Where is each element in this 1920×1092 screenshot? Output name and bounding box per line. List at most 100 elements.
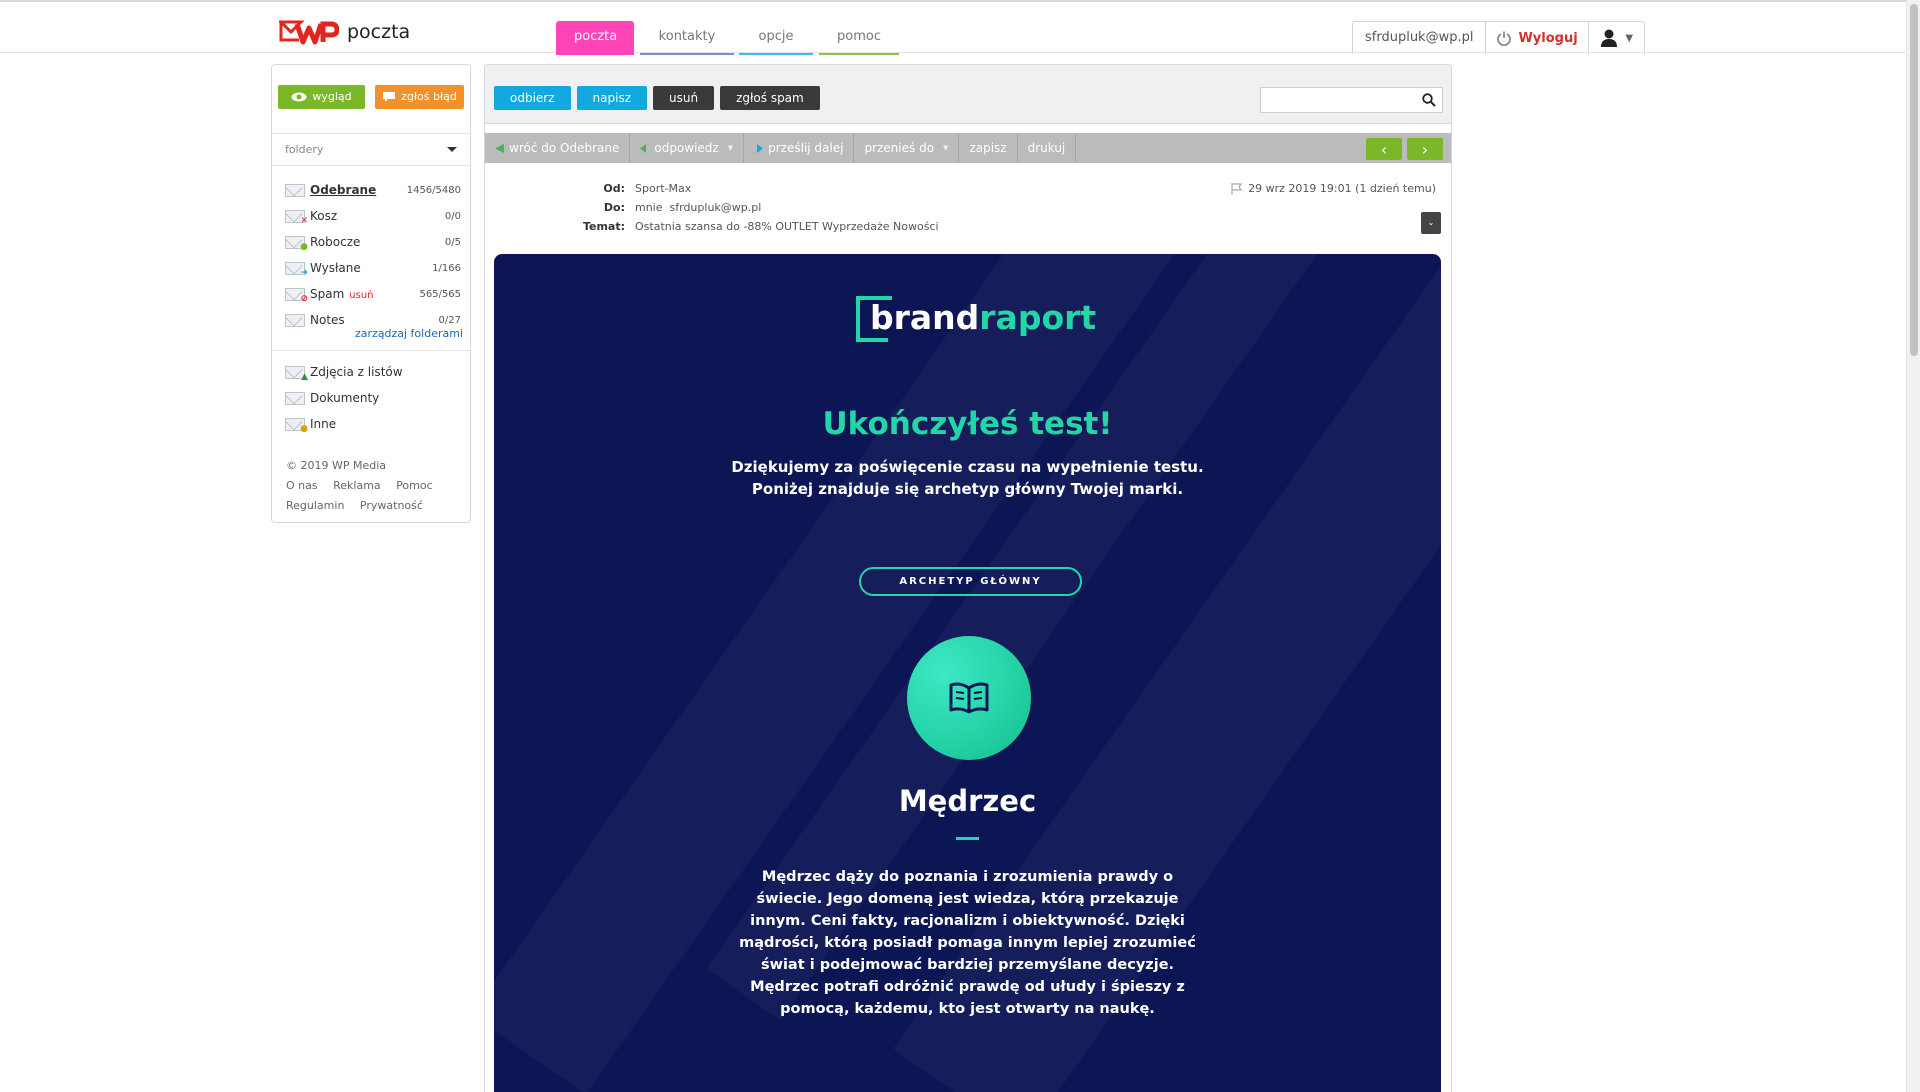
footer-link-about[interactable]: O nas xyxy=(286,479,318,492)
extra-folder-list: ▲ Zdjęcia z listów Dokumenty ● Inne xyxy=(285,359,461,437)
search-icon[interactable] xyxy=(1422,93,1436,107)
caret-down-icon xyxy=(447,147,457,152)
page-scrollbar[interactable] xyxy=(1906,0,1920,1092)
tab-pomoc[interactable]: pomoc xyxy=(819,21,899,55)
archetype-badge xyxy=(907,636,1031,760)
logout-label: Wyloguj xyxy=(1518,30,1578,46)
folder-dokumenty[interactable]: Dokumenty xyxy=(285,385,461,411)
sidebar: wygląd zgłoś błąd foldery Odebrane 1456/… xyxy=(271,64,471,523)
user-menu[interactable]: ▼ xyxy=(1589,22,1644,54)
chevron-down-icon: ▼ xyxy=(727,144,734,152)
logo-part-brand: brand xyxy=(870,298,980,337)
accent-divider xyxy=(956,837,979,840)
wp-logo-icon xyxy=(279,20,339,45)
from-value[interactable]: Sport-Max xyxy=(635,182,691,195)
folder-kosz[interactable]: ✕ Kosz 0/0 xyxy=(285,203,461,229)
search-input[interactable] xyxy=(1261,88,1411,112)
folder-name: Odebrane xyxy=(310,183,377,197)
back-to-inbox-button[interactable]: wróć do Odebrane xyxy=(485,133,631,163)
to-value: mnie sfrdupluk@wp.pl xyxy=(635,201,761,214)
copyright: © 2019 WP Media xyxy=(286,459,387,472)
folders-header[interactable]: foldery xyxy=(272,133,470,166)
logo[interactable]: poczta xyxy=(279,18,410,46)
footer-link-terms[interactable]: Regulamin xyxy=(286,499,344,512)
empty-spam-link[interactable]: usuń xyxy=(349,290,373,301)
print-button[interactable]: drukuj xyxy=(1018,133,1077,163)
previous-message-button[interactable]: ‹ xyxy=(1366,138,1402,160)
subject-label: Temat: xyxy=(582,220,625,233)
folder-odebrane[interactable]: Odebrane 1456/5480 xyxy=(285,177,461,203)
tab-kontakty[interactable]: kontakty xyxy=(640,21,734,55)
folder-count: 1456/5480 xyxy=(406,184,461,196)
view-button-label: wygląd xyxy=(312,90,352,103)
message-actions: wróć do Odebrane odpowiedz ▼ prześlij da… xyxy=(485,133,1451,163)
view-button[interactable]: wygląd xyxy=(278,85,365,109)
archetype-pill-button[interactable]: ARCHETYP GŁÓWNY xyxy=(859,567,1082,596)
to-label: Do: xyxy=(603,201,625,214)
logo-part-raport: raport xyxy=(979,298,1097,337)
message-panel: odbierz napisz usuń zgłoś spam wróć do O… xyxy=(484,64,1452,1092)
folder-name: Notes xyxy=(310,313,345,327)
next-message-button[interactable]: › xyxy=(1407,138,1443,160)
reply-button[interactable]: odpowiedz ▼ xyxy=(630,133,745,163)
report-bug-label: zgłoś błąd xyxy=(401,90,457,103)
from-label: Od: xyxy=(603,182,625,195)
footer-link-help[interactable]: Pomoc xyxy=(396,479,432,492)
tab-poczta[interactable]: poczta xyxy=(556,21,634,55)
folder-robocze[interactable]: ● Robocze 0/5 xyxy=(285,229,461,255)
folder-spam[interactable]: ⊘ Spam usuń 565/565 xyxy=(285,281,461,307)
folder-name: Kosz xyxy=(310,209,338,223)
folder-count: 0/0 xyxy=(444,210,461,222)
folder-name: Robocze xyxy=(310,235,361,249)
delete-button[interactable]: usuń xyxy=(653,86,715,110)
sent-icon: ➜ xyxy=(285,261,308,277)
divider xyxy=(272,350,470,351)
top-bar: poczta poczta kontakty opcje pomoc sfrdu… xyxy=(0,0,1906,55)
report-spam-button[interactable]: zgłoś spam xyxy=(720,86,820,110)
scrollbar-thumb[interactable] xyxy=(1910,4,1918,356)
save-button[interactable]: zapisz xyxy=(959,133,1018,163)
open-book-icon xyxy=(949,682,989,714)
folder-name: Spam usuń xyxy=(310,287,419,301)
back-label: wróć do Odebrane xyxy=(509,141,620,155)
receive-button[interactable]: odbierz xyxy=(494,86,571,110)
account-box: sfrdupluk@wp.pl Wyloguj ▼ xyxy=(1352,21,1645,54)
message-date: 29 wrz 2019 19:01 (1 dzień temu) xyxy=(1231,182,1436,195)
folder-name: Dokumenty xyxy=(310,391,380,405)
folder-wyslane[interactable]: ➜ Wysłane 1/166 xyxy=(285,255,461,281)
footer-link-privacy[interactable]: Prywatność xyxy=(360,499,423,512)
mail-toolbar: odbierz napisz usuń zgłoś spam xyxy=(485,65,1451,124)
compose-button[interactable]: napisz xyxy=(576,86,647,110)
folders-label: foldery xyxy=(285,143,324,156)
folder-name-text: Spam xyxy=(310,287,345,301)
folder-name: Wysłane xyxy=(310,261,361,275)
to-address[interactable]: sfrdupluk@wp.pl xyxy=(670,201,762,214)
footer-link-ads[interactable]: Reklama xyxy=(333,479,381,492)
expand-headers-button[interactable]: ⌄ xyxy=(1421,212,1441,234)
chevron-left-icon: ‹ xyxy=(1380,139,1388,159)
report-bug-button[interactable]: zgłoś błąd xyxy=(375,85,464,109)
email-subtitle: Dziękujemy za poświęcenie czasu na wypeł… xyxy=(731,458,1204,498)
back-arrow-icon xyxy=(495,143,504,153)
folder-count: 1/166 xyxy=(432,262,461,274)
forward-button[interactable]: prześlij dalej xyxy=(744,133,855,163)
chevron-down-icon: ⌄ xyxy=(1427,218,1435,227)
folder-zdjecia[interactable]: ▲ Zdjęcia z listów xyxy=(285,359,461,385)
user-avatar-icon xyxy=(1601,29,1618,47)
brandraport-logo: brandraport xyxy=(856,296,1096,342)
email-title: Ukończyłeś test! xyxy=(822,406,1113,442)
move-to-button[interactable]: przenieś do ▼ xyxy=(854,133,960,163)
documents-icon xyxy=(285,391,307,405)
email-body: brandraport Ukończyłeś test! Dziękujemy … xyxy=(494,254,1441,1092)
forward-label: prześlij dalej xyxy=(768,141,844,155)
folder-inne[interactable]: ● Inne xyxy=(285,411,461,437)
flag-icon[interactable] xyxy=(1231,182,1243,195)
move-label: przenieś do xyxy=(864,141,935,155)
manage-folders-link[interactable]: zarządzaj folderami xyxy=(355,327,463,340)
subject-value: Ostatnia szansa do -88% OUTLET Wyprzedaż… xyxy=(635,220,939,233)
folder-list: Odebrane 1456/5480 ✕ Kosz 0/0 ● Robocze … xyxy=(285,177,461,333)
tab-opcje[interactable]: opcje xyxy=(739,21,813,55)
logout-button[interactable]: Wyloguj xyxy=(1486,22,1589,54)
drafts-icon: ● xyxy=(285,235,308,251)
power-icon xyxy=(1497,31,1512,46)
